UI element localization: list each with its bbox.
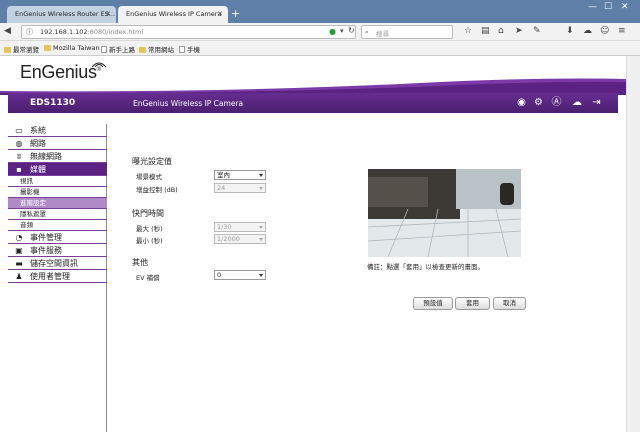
folder-icon	[139, 47, 146, 53]
default-button[interactable]: 預設值	[413, 297, 453, 310]
browser-tab-camera[interactable]: EnGenius Wireless IP Camera ✕	[118, 6, 228, 23]
apply-button[interactable]: 套用	[455, 297, 490, 310]
shutter-max-label: 最大 (秒)	[136, 225, 163, 233]
service-icon: ▣	[15, 246, 23, 255]
chevron-down-icon	[259, 226, 263, 229]
reading-list-icon[interactable]: ▤	[481, 26, 490, 36]
browser-tab-bar: EnGenius Wireless Router ES... ✕ EnGeniu…	[0, 0, 640, 23]
bookmark-mobile[interactable]: 手機	[179, 44, 200, 54]
bookmark-most-visited[interactable]: 最常瀏覽	[4, 44, 39, 54]
page-info-icon[interactable]: ⓘ	[26, 27, 33, 37]
gain-control-select[interactable]: 24	[214, 183, 266, 193]
shutter-section-title: 快門時間	[132, 209, 164, 218]
sidebar-item-network[interactable]: ◍ 網路	[8, 137, 107, 150]
new-tab-icon[interactable]: +	[231, 7, 240, 20]
search-icon: ⌕	[365, 28, 369, 36]
shutter-min-select[interactable]: 1/2000	[214, 234, 266, 244]
monitor-icon: ▭	[15, 126, 23, 135]
folder-icon	[44, 45, 51, 51]
page-scrollbar[interactable]	[626, 56, 640, 432]
browser-tab-router[interactable]: EnGenius Wireless Router ES... ✕	[7, 6, 116, 23]
download-icon[interactable]: ⬇	[566, 26, 574, 36]
app-header-bar: EDS1130 EnGenius Wireless IP Camera ◉ ⚙ …	[8, 93, 618, 113]
storage-icon: ▬	[15, 259, 23, 268]
chevron-down-icon	[259, 187, 263, 190]
sidebar-item-wireless[interactable]: ʬ 無線網路	[8, 150, 107, 163]
other-section-title: 其他	[132, 258, 148, 267]
account-icon[interactable]: Ⓐ	[551, 97, 562, 108]
sidebar-subitem-audio[interactable]: 音頻	[8, 220, 107, 231]
close-tab-icon[interactable]: ✕	[105, 10, 111, 18]
sync-icon[interactable]: ☁	[583, 26, 592, 36]
sidebar-item-users[interactable]: ♟ 使用者管理	[8, 270, 107, 283]
users-icon: ♟	[15, 272, 23, 281]
sidebar-item-event-service[interactable]: ▣ 事件服務	[8, 244, 107, 257]
url-bar[interactable]: ⓘ 192.168.1.102:8080/index.html ● ▾ ↻	[21, 25, 356, 39]
bookmarks-toolbar: 最常瀏覽 Mozilla Taiwan 新手上路 常用網站 手機	[0, 41, 640, 56]
sidebar-item-media[interactable]: ▪ 媒體	[8, 163, 107, 176]
event-icon: ◔	[15, 233, 23, 242]
scene-mode-select[interactable]: 室內	[214, 170, 266, 180]
bookmark-getting-started[interactable]: 新手上路	[101, 44, 135, 54]
logout-icon[interactable]: ⇥	[591, 97, 602, 108]
bookmark-star-icon[interactable]: ☆	[464, 26, 472, 36]
bookmark-common-sites[interactable]: 常用網站	[139, 44, 174, 54]
ev-compensation-select[interactable]: 0	[214, 270, 266, 280]
menu-icon[interactable]: ≡	[618, 26, 626, 36]
shield-check-icon: ●	[329, 27, 336, 36]
cancel-button[interactable]: 取消	[493, 297, 526, 310]
dropdown-icon[interactable]: ▾	[340, 27, 344, 35]
page-icon	[101, 46, 107, 53]
emoji-icon[interactable]: ☺	[600, 26, 609, 36]
globe-icon: ◍	[15, 139, 23, 148]
sidebar: ▭ 系統 ◍ 網路 ʬ 無線網路 ▪ 媒體 視訊 攝影機 進階設定 隱私遮罩 音頻 ◔ 事…	[8, 124, 107, 432]
camera-icon[interactable]: ◉	[516, 97, 527, 108]
sidebar-subitem-camera[interactable]: 攝影機	[8, 187, 107, 198]
logo-wave-icon	[91, 62, 107, 68]
sidebar-subitem-advanced[interactable]: 進階設定	[8, 198, 107, 209]
sidebar-subitem-video[interactable]: 視訊	[8, 176, 107, 187]
preview-note: 備註：點選「套用」以檢查更新的畫面。	[367, 263, 484, 271]
sidebar-item-event-management[interactable]: ◔ 事件管理	[8, 231, 107, 244]
sidebar-item-storage[interactable]: ▬ 儲存空間資訊	[8, 257, 107, 270]
home-icon[interactable]: ⌂	[498, 26, 504, 36]
product-name: EnGenius Wireless IP Camera	[133, 99, 244, 108]
page-icon	[179, 46, 185, 53]
url-text: 192.168.1.102:8080/index.html	[40, 28, 144, 36]
folder-icon	[4, 47, 11, 53]
tab-label: EnGenius Wireless IP Camera	[126, 10, 222, 18]
cloud-upload-icon[interactable]: ☁	[570, 97, 584, 108]
reload-icon[interactable]: ↻	[348, 26, 355, 35]
maximize-icon[interactable]: ☐	[604, 2, 612, 12]
window-close-icon[interactable]: ✕	[621, 2, 629, 12]
exposure-section-title: 曝光設定值	[132, 157, 172, 166]
tab-label: EnGenius Wireless Router ES...	[15, 10, 116, 18]
gain-control-label: 增益控制 (dB)	[136, 186, 178, 194]
shutter-max-select[interactable]: 1/30	[214, 222, 266, 232]
browser-nav-bar: ◀ ⓘ 192.168.1.102:8080/index.html ● ▾ ↻ …	[0, 23, 640, 41]
camera-preview-image	[368, 169, 521, 257]
gear-icon[interactable]: ⚙	[533, 97, 544, 108]
chevron-down-icon	[259, 174, 263, 177]
sidebar-item-system[interactable]: ▭ 系統	[8, 124, 107, 137]
chevron-down-icon	[259, 274, 263, 277]
model-name: EDS1130	[30, 98, 76, 108]
browser-search-input[interactable]: ⌕ 搜尋	[361, 25, 453, 39]
wireless-icon: ʬ	[16, 152, 22, 161]
send-icon[interactable]: ➤	[515, 26, 523, 36]
scene-mode-label: 場景模式	[136, 173, 162, 181]
minimize-icon[interactable]: —	[588, 2, 597, 12]
bookmark-mozilla[interactable]: Mozilla Taiwan	[44, 44, 100, 52]
media-icon: ▪	[16, 165, 22, 174]
ev-compensation-label: EV 補償	[136, 274, 160, 282]
preview-scene	[368, 169, 521, 257]
shutter-min-label: 最小 (秒)	[136, 237, 163, 245]
close-tab-icon[interactable]: ✕	[217, 10, 223, 18]
back-icon[interactable]: ◀	[4, 26, 11, 36]
chevron-down-icon	[259, 238, 263, 241]
sidebar-subitem-privacy-mask[interactable]: 隱私遮罩	[8, 209, 107, 220]
tools-icon[interactable]: ✎	[533, 26, 541, 36]
page-content: EnGenius® EDS1130 EnGenius Wireless IP C…	[0, 56, 626, 432]
